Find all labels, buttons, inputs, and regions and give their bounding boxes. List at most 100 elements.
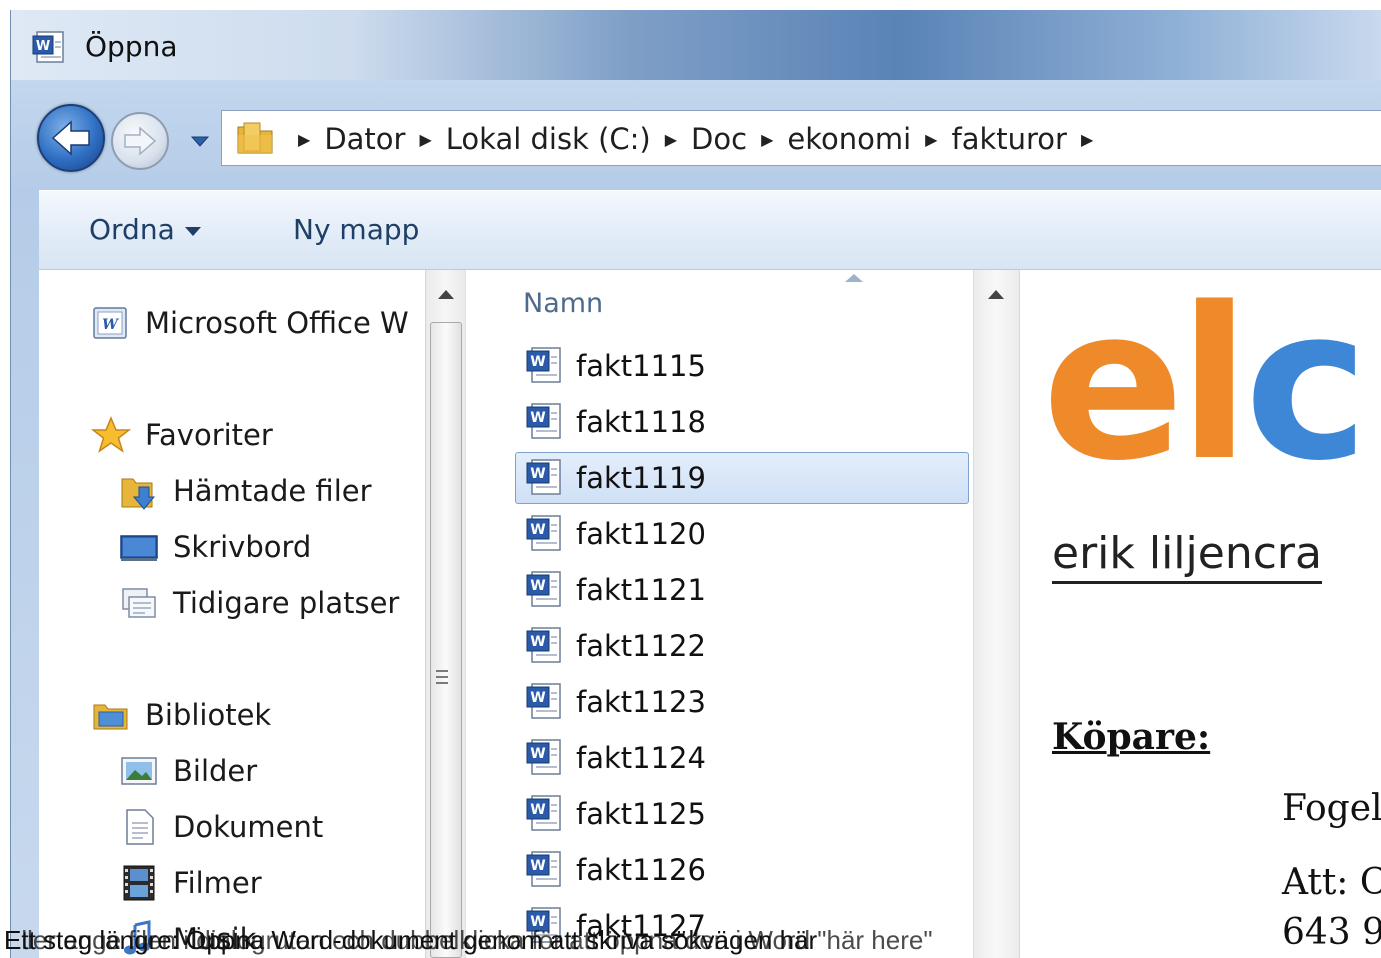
organize-button[interactable]: Ordna xyxy=(89,213,201,246)
buyer-heading: Köpare: xyxy=(1052,716,1211,758)
word-app-icon: W xyxy=(32,31,64,63)
word-document-icon: W xyxy=(526,627,561,663)
file-row[interactable]: Wfakt1115 xyxy=(515,340,969,392)
downloads-folder-icon xyxy=(121,478,156,510)
new-folder-button[interactable]: Ny mapp xyxy=(293,213,419,246)
svg-text:W: W xyxy=(530,410,545,426)
svg-text:W: W xyxy=(36,39,50,54)
recent-places-icon xyxy=(122,588,156,618)
caption-overlay: Ett steg längre: Öppna Word-dokument gen… xyxy=(4,924,1377,958)
address-bar[interactable]: ▶ Dator ▶ Lokal disk (C:) ▶ Doc ▶ ekonom… xyxy=(221,110,1381,166)
crumb-doc[interactable]: Doc xyxy=(691,122,747,156)
file-name: fakt1118 xyxy=(576,405,706,439)
svg-text:W: W xyxy=(530,802,545,818)
desktop-icon xyxy=(120,535,158,561)
address-row: ▶ Dator ▶ Lokal disk (C:) ▶ Doc ▶ ekonom… xyxy=(11,80,1381,190)
forward-button[interactable] xyxy=(111,112,169,170)
nav-item-documents[interactable]: Dokument xyxy=(119,804,323,850)
sort-ascending-icon xyxy=(845,274,863,282)
file-name: fakt1115 xyxy=(576,349,706,383)
window-frame-left xyxy=(11,190,39,958)
word-document-icon: W xyxy=(526,347,561,383)
file-row[interactable]: Wfakt1126 xyxy=(515,844,969,896)
scroll-up-icon[interactable] xyxy=(438,290,454,299)
file-row[interactable]: Wfakt1119 xyxy=(515,452,969,504)
buyer-line: Fogel xyxy=(1282,788,1381,829)
column-header-name[interactable]: Namn xyxy=(523,288,603,319)
crumb-separator-icon[interactable]: ▶ xyxy=(298,130,310,149)
word-document-icon: W xyxy=(526,403,561,439)
preview-pane: elc erik liljencra Köpare: Fogel Att: C … xyxy=(1019,270,1381,958)
svg-text:W: W xyxy=(530,578,545,594)
nav-label: Filmer xyxy=(173,866,262,900)
documents-icon xyxy=(126,809,154,845)
svg-text:W: W xyxy=(530,522,545,538)
file-row[interactable]: Wfakt1118 xyxy=(515,396,969,448)
file-row[interactable]: Wfakt1123 xyxy=(515,676,969,728)
crumb-separator-icon[interactable]: ▶ xyxy=(1081,130,1093,149)
word-document-icon: W xyxy=(526,683,561,719)
file-name: fakt1120 xyxy=(576,517,706,551)
word-document-icon: W xyxy=(526,571,561,607)
open-dialog: W Öppna ▶ Dator ▶ Lokal disk (C:) ▶ Doc … xyxy=(10,10,1381,958)
organize-label: Ordna xyxy=(89,213,175,246)
back-arrow-icon xyxy=(51,120,90,156)
file-row[interactable]: Wfakt1121 xyxy=(515,564,969,616)
file-row[interactable]: Wfakt1122 xyxy=(515,620,969,672)
libraries-icon xyxy=(93,704,128,730)
svg-text:W: W xyxy=(530,858,545,874)
file-name: fakt1123 xyxy=(576,685,706,719)
logo-letter-l: l xyxy=(1178,270,1250,507)
company-logo: elc xyxy=(1042,280,1369,490)
file-list-scrollbar[interactable] xyxy=(973,270,1019,958)
nav-item-libraries[interactable]: Bibliotek xyxy=(91,692,271,738)
nav-item-favorites[interactable]: Favoriter xyxy=(91,412,273,458)
file-list: Namn Wfakt1115 Wfakt1118 Wfakt1119 Wfakt112… xyxy=(473,270,973,958)
nav-label: Favoriter xyxy=(145,418,273,452)
window-title: Öppna xyxy=(85,30,178,63)
office-folder-icon: W xyxy=(93,307,127,339)
logo-letter-c: c xyxy=(1244,270,1369,507)
file-name: fakt1126 xyxy=(576,853,706,887)
scroll-up-icon[interactable] xyxy=(988,290,1004,299)
company-name: erik liljencra xyxy=(1052,528,1322,584)
file-name: fakt1121 xyxy=(576,573,706,607)
word-document-icon: W xyxy=(526,739,561,775)
logo-letter-e: e xyxy=(1042,270,1184,507)
navigation-scrollbar[interactable] xyxy=(425,270,465,958)
file-row[interactable]: Wfakt1120 xyxy=(515,508,969,560)
navigation-pane: W Microsoft Office W Favoriter Hämtade f… xyxy=(39,270,425,958)
pictures-icon xyxy=(121,757,157,785)
file-row[interactable]: Wfakt1125 xyxy=(515,788,969,840)
grip-icon xyxy=(436,670,448,672)
nav-item-recent[interactable]: Tidigare platser xyxy=(119,580,399,626)
nav-item-office[interactable]: W Microsoft Office W xyxy=(91,300,409,346)
crumb-separator-icon[interactable]: ▶ xyxy=(665,130,677,149)
pane-splitter[interactable] xyxy=(465,270,473,958)
nav-item-pictures[interactable]: Bilder xyxy=(119,748,257,794)
crumb-separator-icon[interactable]: ▶ xyxy=(925,130,937,149)
back-button[interactable] xyxy=(37,104,105,172)
nav-label: Hämtade filer xyxy=(173,474,372,508)
crumb-fakturor[interactable]: fakturor xyxy=(951,122,1066,156)
file-row[interactable]: Wfakt1124 xyxy=(515,732,969,784)
svg-text:W: W xyxy=(530,746,545,762)
nav-item-downloads[interactable]: Hämtade filer xyxy=(119,468,372,514)
crumb-ekonomi[interactable]: ekonomi xyxy=(787,122,911,156)
scrollbar-thumb[interactable] xyxy=(430,322,462,958)
file-name: fakt1119 xyxy=(576,461,706,495)
history-dropdown-icon[interactable] xyxy=(187,130,213,152)
crumb-separator-icon[interactable]: ▶ xyxy=(761,130,773,149)
crumb-local-disk[interactable]: Lokal disk (C:) xyxy=(446,122,651,156)
word-document-icon: W xyxy=(526,515,561,551)
word-document-icon: W xyxy=(526,851,561,887)
title-bar: W Öppna xyxy=(11,10,1381,80)
word-document-icon: W xyxy=(526,459,561,495)
folder-icon xyxy=(237,122,273,154)
crumb-computer[interactable]: Dator xyxy=(324,122,405,156)
star-icon xyxy=(91,416,131,453)
nav-label: Microsoft Office W xyxy=(145,306,409,340)
nav-item-desktop[interactable]: Skrivbord xyxy=(119,524,311,570)
crumb-separator-icon[interactable]: ▶ xyxy=(419,130,431,149)
nav-item-videos[interactable]: Filmer xyxy=(119,860,262,906)
